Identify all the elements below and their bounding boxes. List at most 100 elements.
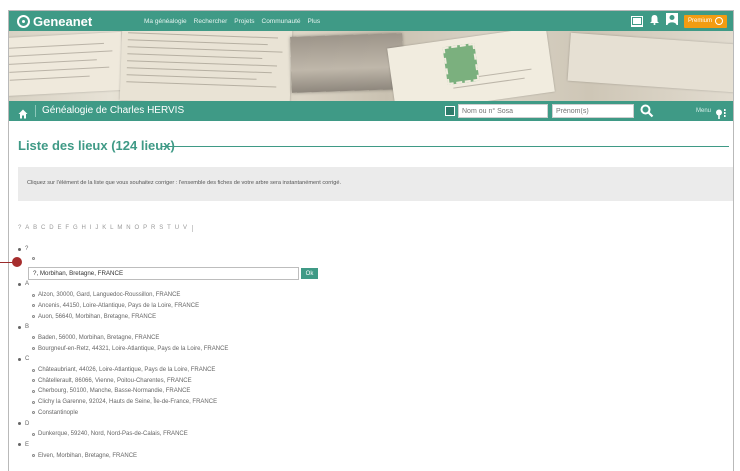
alphabet-letter[interactable]: G [73, 225, 78, 233]
user-icon[interactable] [665, 12, 678, 30]
power-icon [715, 17, 723, 25]
group-letter: B [25, 324, 30, 331]
alphabet-end-divider [191, 225, 193, 232]
alphabet-letter[interactable]: M [117, 225, 122, 233]
letter-group: ? [18, 246, 28, 252]
banner-stamp [442, 42, 480, 86]
circle-bullet-icon [32, 347, 35, 351]
nav-ma-genealogie[interactable]: Ma généalogie [144, 18, 187, 25]
circle-bullet-icon [32, 379, 35, 383]
nav-rechercher[interactable]: Rechercher [194, 18, 228, 25]
nav-communaute[interactable]: Communauté [262, 18, 301, 25]
circle-bullet-icon [32, 400, 35, 404]
alphabet-index: ? A B C D E F G H I J K L M N O P R S T U V [18, 225, 193, 233]
place-name: Auon, 56640, Morbihan, Bretagne, FRANCE [38, 313, 157, 320]
annotation-marker [12, 257, 22, 267]
alphabet-letter[interactable]: D [49, 225, 54, 233]
main-menu: Ma généalogie Rechercher Projets Communa… [144, 11, 320, 31]
alphabet-letter[interactable]: J [95, 225, 98, 233]
alphabet-letter[interactable]: T [167, 225, 171, 233]
place-edit-input[interactable] [28, 267, 299, 280]
tree-title[interactable]: Généalogie de Charles HERVIS [42, 105, 184, 116]
place-item[interactable]: Elven, Morbihan, Bretagne, FRANCE [32, 453, 137, 459]
firstname-search-input[interactable] [552, 104, 634, 118]
mail-icon[interactable] [630, 15, 643, 27]
banner-letter-right [567, 32, 733, 94]
alphabet-letter[interactable]: K [102, 225, 106, 233]
circle-bullet-icon [32, 368, 35, 372]
place-item[interactable] [32, 256, 38, 260]
group-letter: A [25, 281, 30, 288]
premium-button[interactable]: Premium [683, 14, 727, 28]
letter-group: B [18, 324, 29, 330]
search-icon[interactable] [640, 104, 654, 118]
alphabet-letter[interactable]: ? [18, 225, 22, 233]
alphabet-letter[interactable]: F [65, 225, 69, 233]
banner-old-photo [290, 33, 404, 93]
place-item[interactable]: Auon, 56640, Morbihan, Bretagne, FRANCE [32, 314, 156, 320]
premium-label: Premium [687, 18, 712, 24]
place-item[interactable]: Châtellerault, 86066, Vienne, Poitou-Cha… [32, 378, 192, 384]
notice-text: Cliquez sur l'élément de la liste que vo… [27, 180, 341, 186]
banner-book-page [119, 31, 293, 101]
sosa-toggle-checkbox[interactable] [445, 106, 455, 116]
ok-button[interactable]: Ok [301, 268, 318, 279]
alphabet-letter[interactable]: V [183, 225, 187, 233]
toolbar-divider [35, 105, 36, 117]
alphabet-letter[interactable]: O [135, 225, 140, 233]
place-name: Cherbourg, 50100, Manche, Basse-Normandi… [38, 388, 191, 395]
tree-toolbar: Généalogie de Charles HERVIS Menu [9, 101, 733, 121]
place-item[interactable]: Clichy la Garenne, 92024, Hauts de Seine… [32, 399, 217, 405]
alphabet-letter[interactable]: A [25, 225, 29, 233]
alphabet-letter[interactable]: L [110, 225, 114, 233]
place-item[interactable]: Alzon, 30000, Gard, Languedoc-Roussillon… [32, 292, 180, 298]
sosa-search-input[interactable] [458, 104, 548, 118]
home-icon[interactable] [18, 106, 28, 119]
alphabet-letter[interactable]: C [41, 225, 46, 233]
bullet-icon [18, 282, 21, 286]
bell-icon[interactable] [649, 12, 660, 30]
bullet-icon [18, 357, 21, 361]
place-item[interactable]: Cherbourg, 50100, Manche, Basse-Normandi… [32, 388, 190, 394]
group-letter: ? [25, 246, 29, 252]
place-item[interactable]: Baden, 56000, Morbihan, Bretagne, FRANCE [32, 335, 159, 341]
alphabet-letter[interactable]: P [143, 225, 147, 233]
alphabet-letter[interactable]: H [82, 225, 87, 233]
group-letter: C [25, 356, 30, 363]
place-name: Ancenis, 44150, Loire-Atlantique, Pays d… [38, 302, 200, 309]
nav-plus[interactable]: Plus [308, 18, 321, 25]
alphabet-letter[interactable]: E [58, 225, 62, 233]
alphabet-letter[interactable]: U [175, 225, 180, 233]
place-name: Châteaubriant, 44026, Loire-Atlantique, … [38, 367, 216, 373]
nav-projets[interactable]: Projets [234, 18, 254, 25]
bullet-icon [18, 325, 21, 329]
place-item[interactable]: Dunkerque, 59240, Nord, Nord-Pas-de-Cala… [32, 431, 188, 437]
browser-frame: Geneanet Ma généalogie Rechercher Projet… [8, 10, 734, 471]
tree-menu-button[interactable]: Menu [695, 105, 727, 119]
alphabet-letter[interactable]: I [90, 225, 92, 233]
place-name: Châtellerault, 86066, Vienne, Poitou-Cha… [38, 377, 192, 384]
circle-bullet-icon [32, 454, 35, 458]
alphabet-letter[interactable]: B [33, 225, 37, 233]
place-item[interactable]: Bourgneuf-en-Retz, 44321, Loire-Atlantiq… [32, 346, 228, 352]
place-item[interactable]: Ancenis, 44150, Loire-Atlantique, Pays d… [32, 303, 199, 309]
banner-letter-left [9, 31, 125, 97]
group-letter: D [25, 420, 30, 427]
header-banner [9, 31, 733, 101]
letter-group: A [18, 281, 29, 287]
place-name: Dunkerque, 59240, Nord, Nord-Pas-de-Cala… [38, 431, 188, 438]
alphabet-letter[interactable]: S [159, 225, 163, 233]
place-item[interactable]: Constantinople [32, 410, 78, 416]
letter-group: E [18, 442, 29, 448]
alphabet-letter[interactable]: R [151, 225, 156, 233]
place-item[interactable]: Châteaubriant, 44026, Loire-Atlantique, … [32, 367, 215, 373]
place-name: Bourgneuf-en-Retz, 44321, Loire-Atlantiq… [38, 345, 229, 352]
circle-bullet-icon [32, 315, 35, 318]
place-name: Elven, Morbihan, Bretagne, FRANCE [38, 452, 138, 459]
menu-label: Menu [695, 108, 711, 114]
place-name: Baden, 56000, Morbihan, Bretagne, FRANCE [38, 334, 160, 341]
letter-group: C [18, 356, 29, 362]
alphabet-letter[interactable]: N [126, 225, 131, 233]
page-title: Liste des lieux (124 lieux) [18, 138, 175, 153]
geneanet-logo[interactable]: Geneanet [17, 13, 92, 29]
